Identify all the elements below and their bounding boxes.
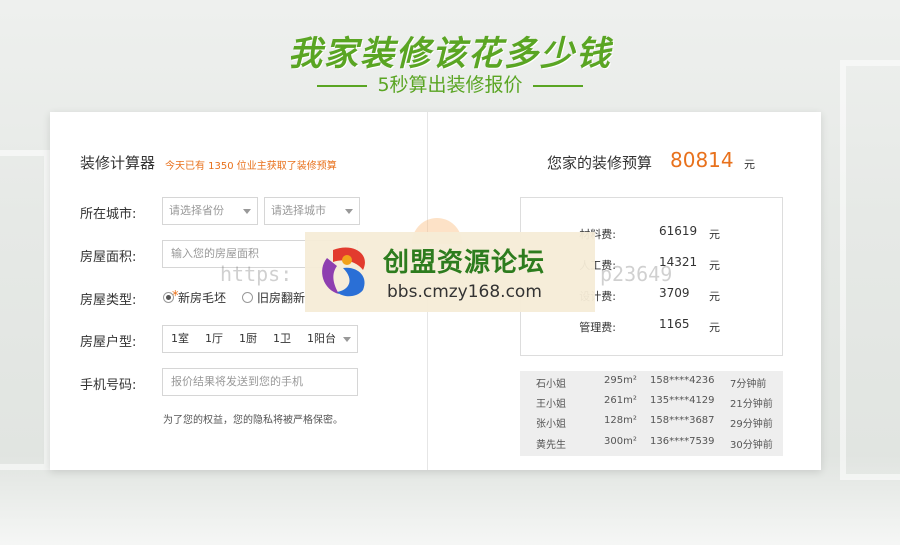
province-select[interactable]: 请选择省份 — [162, 197, 258, 225]
budget-title: 您家的装修预算 — [547, 154, 653, 172]
radio-new-house[interactable]: 新房毛坯 — [163, 289, 226, 306]
city-row: 所在城市: * 请选择省份 请选择城市 — [80, 197, 420, 225]
breakdown-unit: 元 — [709, 290, 720, 303]
record-phone: 158****4236 — [650, 375, 715, 386]
list-item: 张小姐 128m² 158****3687 29分钟前 — [520, 411, 783, 431]
watermark-ghost-right: p23649 — [600, 262, 673, 286]
recent-quotes-list: 石小姐 295m² 158****4236 7分钟前 王小姐 261m² 135… — [520, 371, 783, 456]
record-phone: 135****4129 — [650, 395, 715, 406]
radio-old-label: 旧房翻新 — [257, 291, 306, 305]
hero-subtitle-text: 5秒算出装修报价 — [377, 74, 523, 96]
city-label: 所在城市: — [80, 207, 137, 222]
record-time: 7分钟前 — [730, 379, 767, 390]
hero-subtitle: 5秒算出装修报价 — [0, 70, 900, 97]
radio-unchecked-icon — [242, 292, 253, 303]
breakdown-unit: 元 — [709, 321, 720, 334]
record-name: 张小姐 — [536, 419, 566, 430]
list-item: 石小姐 295m² 158****4236 7分钟前 — [520, 371, 783, 391]
budget-unit: 元 — [744, 158, 755, 171]
list-item: 黄先生 300m² 136****7539 30分钟前 — [520, 432, 783, 452]
chevron-down-icon — [343, 337, 351, 342]
background-window-left — [0, 150, 50, 470]
breakdown-unit: 元 — [709, 228, 720, 241]
layout-rooms: 1室 — [171, 332, 189, 345]
area-placeholder: 输入您的房屋面积 — [171, 247, 259, 260]
phone-input[interactable]: 报价结果将发送到您的手机 — [162, 368, 358, 396]
layout-halls: 1厅 — [205, 332, 223, 345]
calculator-title: 装修计算器 — [80, 154, 156, 172]
layout-label: 房屋户型: — [80, 335, 137, 350]
forum-logo-icon — [322, 247, 365, 297]
breakdown-unit: 元 — [709, 259, 720, 272]
budget-total: 80814 — [670, 148, 734, 172]
list-item: 王小姐 261m² 135****4129 21分钟前 — [520, 391, 783, 411]
radio-checked-icon — [163, 292, 174, 303]
record-name: 石小姐 — [536, 379, 566, 390]
record-area: 300m² — [604, 436, 637, 447]
record-area: 295m² — [604, 375, 637, 386]
subtitle-line-right — [532, 84, 583, 87]
layout-row: 房屋户型: * 1室 1厅 1厨 1卫 1阳台 — [80, 325, 420, 353]
record-name: 王小姐 — [536, 399, 566, 410]
chevron-down-icon — [345, 209, 353, 214]
record-phone: 136****7539 — [650, 436, 715, 447]
layout-select[interactable]: 1室 1厅 1厨 1卫 1阳台 — [162, 325, 358, 353]
record-time: 29分钟前 — [730, 419, 773, 430]
record-time: 21分钟前 — [730, 399, 773, 410]
area-label: 房屋面积: — [80, 250, 137, 265]
radio-new-label: 新房毛坯 — [178, 291, 227, 305]
background-window-right — [840, 60, 900, 480]
record-area: 261m² — [604, 395, 637, 406]
record-time: 30分钟前 — [730, 440, 773, 451]
watermark-name: 创盟资源论坛 — [383, 248, 546, 278]
subtitle-line-left — [317, 84, 368, 87]
record-name: 黄先生 — [536, 440, 566, 451]
layout-balconies: 1阳台 — [307, 332, 336, 345]
breakdown-value: 61619 — [659, 224, 698, 238]
record-area: 128m² — [604, 415, 637, 426]
province-placeholder: 请选择省份 — [169, 204, 224, 217]
phone-label: 手机号码: — [80, 378, 137, 393]
city-placeholder: 请选择城市 — [271, 204, 326, 217]
watermark-url: bbs.cmzy168.com — [387, 282, 542, 302]
hero-title: 我家装修该花多少钱 — [288, 34, 612, 74]
layout-kitchens: 1厨 — [239, 332, 257, 345]
city-select[interactable]: 请选择城市 — [264, 197, 360, 225]
breakdown-value: 1165 — [659, 317, 690, 331]
radio-old-house[interactable]: 旧房翻新 — [242, 289, 305, 306]
watermark-ghost-left: https: — [220, 262, 293, 286]
phone-row: 手机号码: * 报价结果将发送到您的手机 — [80, 368, 420, 396]
phone-placeholder: 报价结果将发送到您的手机 — [171, 375, 303, 388]
breakdown-row-management: 管理费: 1165 元 — [521, 315, 784, 335]
breakdown-key: 管理费: — [579, 321, 616, 334]
privacy-note: 为了您的权益，您的隐私将被严格保密。 — [163, 415, 343, 426]
breakdown-value: 3709 — [659, 286, 690, 300]
chevron-down-icon — [243, 209, 251, 214]
record-phone: 158****3687 — [650, 415, 715, 426]
layout-bathrooms: 1卫 — [273, 332, 291, 345]
type-label: 房屋类型: — [80, 293, 137, 308]
watermark-banner: 创盟资源论坛 bbs.cmzy168.com — [305, 232, 595, 312]
calculator-note: 今天已有 1350 位业主获取了装修预算 — [165, 161, 337, 172]
